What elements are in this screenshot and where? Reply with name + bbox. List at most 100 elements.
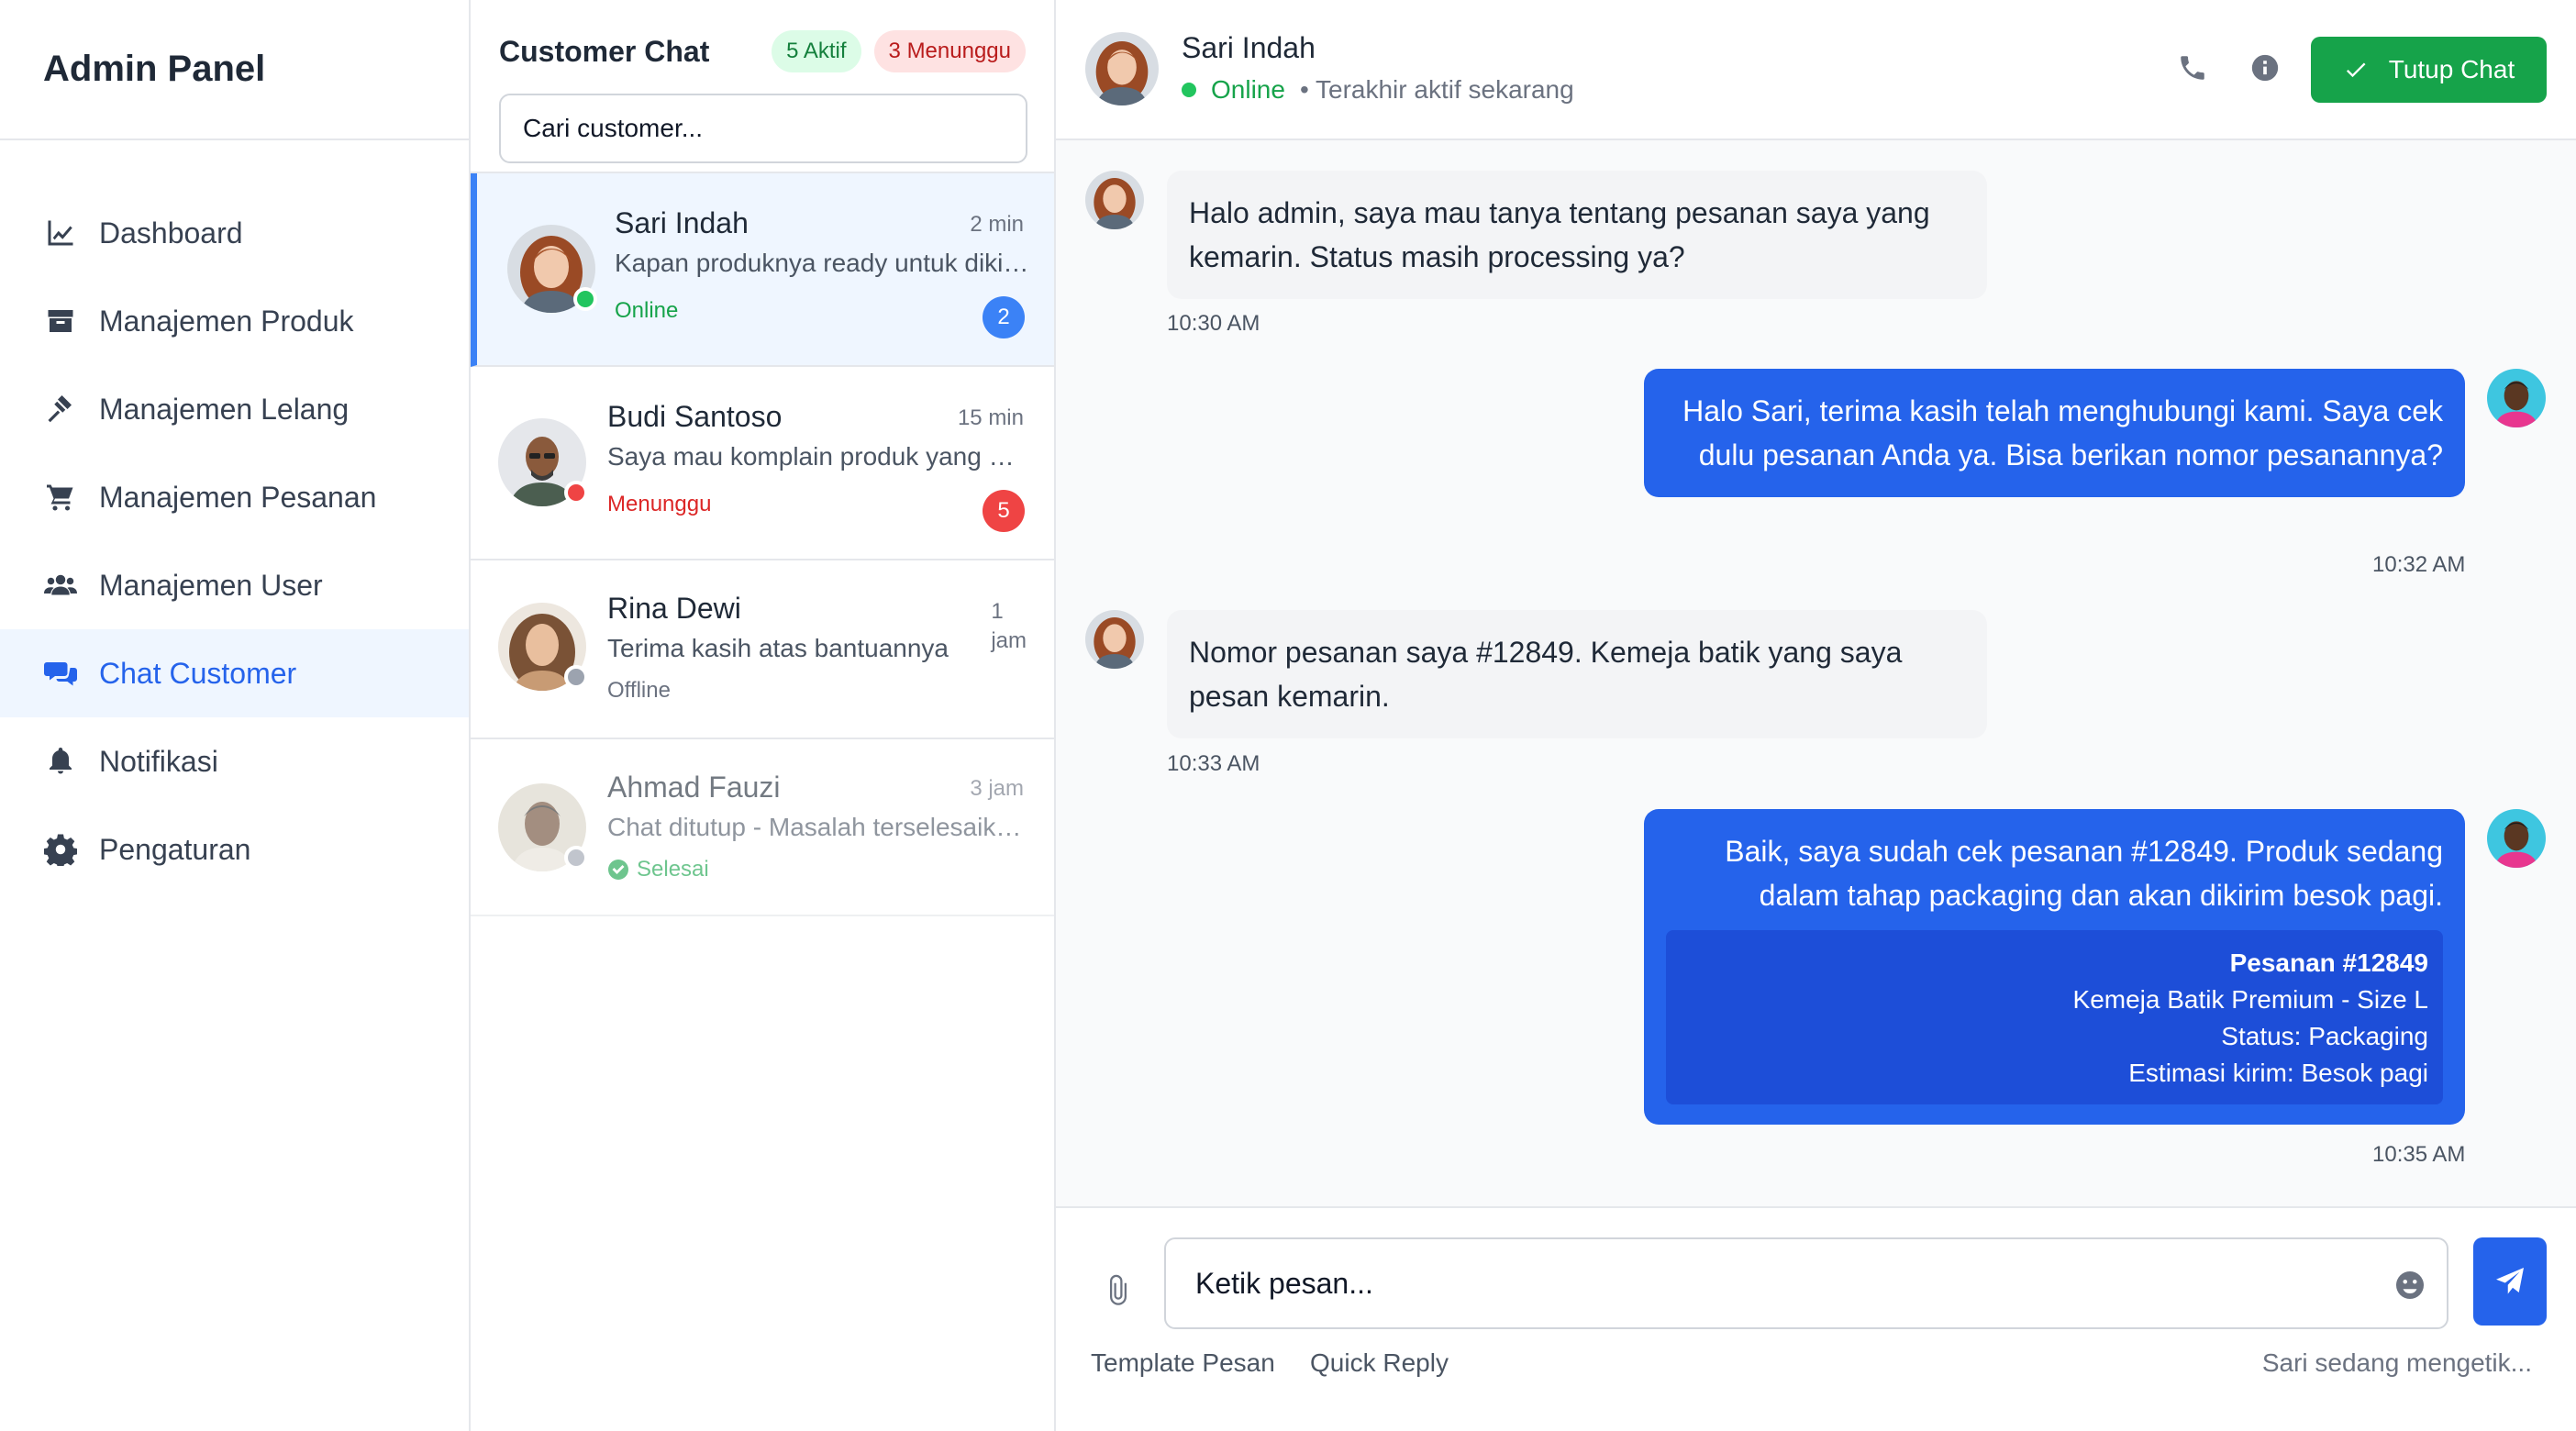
conversation-list: Customer Chat 5 Aktif 3 Menunggu Sari In… — [471, 0, 1056, 1431]
send-button[interactable] — [2473, 1237, 2547, 1326]
sidebar-item-notifikasi[interactable]: Notifikasi — [0, 717, 469, 805]
status-label: Selesai — [637, 857, 709, 882]
conversation-name: Rina Dewi — [607, 592, 741, 625]
message-bubble-admin: Baik, saya sudah cek pesanan #12849. Pro… — [1644, 809, 2465, 1125]
sidebar-item-label: Notifikasi — [99, 744, 218, 778]
info-icon — [2251, 54, 2279, 82]
call-button[interactable] — [2172, 48, 2213, 88]
chat-header: Sari Indah Online • Terakhir aktif sekar… — [1056, 0, 2576, 140]
order-eta: Estimasi kirim: Besok pagi — [2128, 1059, 2428, 1087]
conversation-item-budi-santoso[interactable]: Budi Santoso 15 min Saya mau komplain pr… — [471, 367, 1054, 560]
message-bubble-customer: Halo admin, saya mau tanya tentang pesan… — [1167, 171, 1987, 299]
conversation-preview: Saya mau komplain produk yang rusak — [607, 442, 1022, 471]
waiting-indicator — [564, 481, 588, 505]
online-indicator — [1182, 83, 1196, 97]
order-info-card: Pesanan #12849 Kemeja Batik Premium - Si… — [1666, 930, 2443, 1104]
emoji-button[interactable] — [2393, 1269, 2426, 1302]
paper-plane-icon — [2496, 1268, 2524, 1294]
conversation-list-header: Customer Chat 5 Aktif 3 Menunggu — [471, 0, 1054, 173]
sidebar-item-label: Manajemen Produk — [99, 304, 354, 338]
sidebar-item-chat-customer[interactable]: Chat Customer — [0, 629, 469, 717]
message-text: kemarin. Status masih processing ya? — [1189, 240, 1685, 273]
quick-reply-link[interactable]: Quick Reply — [1310, 1348, 1449, 1378]
chat-panel: Sari Indah Online • Terakhir aktif sekar… — [1056, 0, 2576, 1431]
paperclip-icon — [1110, 1274, 1127, 1305]
conversation-preview: Terima kasih atas bantuannya — [607, 634, 949, 662]
message-text: pesan kemarin. — [1189, 680, 1390, 713]
close-chat-button[interactable]: Tutup Chat — [2311, 37, 2547, 103]
message-time: 10:30 AM — [1167, 311, 1260, 336]
sidebar-item-pengaturan[interactable]: Pengaturan — [0, 805, 469, 893]
sidebar-item-label: Dashboard — [99, 216, 243, 250]
app-title: Admin Panel — [43, 49, 266, 89]
last-seen-text: • Terakhir aktif sekarang — [1299, 75, 1574, 104]
avatar — [2487, 369, 2546, 427]
conversation-time: 2 min — [970, 212, 1024, 237]
template-message-link[interactable]: Template Pesan — [1091, 1348, 1275, 1378]
chat-contact-status: Online • Terakhir aktif sekarang — [1182, 75, 1574, 105]
search-customer-input[interactable] — [499, 94, 1027, 163]
message-text: dalam tahap packaging dan akan dikirim b… — [1759, 879, 2443, 912]
conversation-item-ahmad-fauzi[interactable]: Ahmad Fauzi 3 jam Chat ditutup - Masalah… — [471, 739, 1054, 916]
conversation-status: Menunggu — [607, 492, 712, 516]
active-count-badge: 5 Aktif — [772, 30, 861, 72]
close-chat-label: Tutup Chat — [2388, 55, 2515, 83]
sidebar-item-label: Pengaturan — [99, 832, 251, 866]
attach-button[interactable] — [1093, 1265, 1144, 1316]
offline-indicator — [564, 846, 588, 870]
users-icon — [42, 567, 79, 604]
conversation-status: Offline — [607, 678, 671, 703]
sidebar: Admin Panel Dashboard Manajemen Produk M… — [0, 0, 471, 1431]
waiting-count-badge: 3 Menunggu — [873, 30, 1026, 72]
info-button[interactable] — [2245, 48, 2285, 88]
smile-icon — [2396, 1271, 2424, 1299]
offline-indicator — [564, 665, 588, 689]
message-input[interactable] — [1164, 1237, 2448, 1329]
online-indicator — [573, 287, 597, 311]
message-time: 10:33 AM — [1167, 751, 1260, 776]
sidebar-item-label: Manajemen Lelang — [99, 392, 350, 426]
conversation-status: Selesai — [607, 857, 709, 882]
conversation-time-unit: jam — [991, 628, 1027, 653]
check-icon — [2346, 62, 2366, 78]
conversation-item-sari-indah[interactable]: Sari Indah 2 min Kapan produknya ready u… — [471, 173, 1054, 367]
sidebar-item-lelang[interactable]: Manajemen Lelang — [0, 365, 469, 453]
conversation-time-value: 1 — [991, 599, 1004, 624]
conversation-time: 3 jam — [970, 776, 1024, 801]
unread-badge: 2 — [983, 296, 1025, 338]
conversation-time: 1 jam — [991, 597, 1027, 656]
conversation-item-rina-dewi[interactable]: Rina Dewi 1 jam Terima kasih atas bantua… — [471, 560, 1054, 739]
sidebar-item-produk[interactable]: Manajemen Produk — [0, 277, 469, 365]
message-composer: Template Pesan Quick Reply Sari sedang m… — [1056, 1206, 2576, 1431]
check-circle-icon — [608, 860, 628, 880]
conversation-status: Online — [615, 298, 679, 323]
sidebar-item-label: Chat Customer — [99, 656, 297, 690]
sidebar-item-user[interactable]: Manajemen User — [0, 541, 469, 629]
message-text: Baik, saya sudah cek pesanan #12849. Pro… — [1725, 835, 2443, 868]
sidebar-nav: Dashboard Manajemen Produk Manajemen Lel… — [0, 140, 469, 893]
conversation-name: Sari Indah — [615, 206, 749, 239]
cart-icon — [42, 479, 79, 516]
avatar — [2487, 809, 2546, 868]
comments-icon — [42, 655, 79, 692]
sidebar-item-label: Manajemen Pesanan — [99, 480, 377, 514]
phone-icon — [2181, 56, 2204, 80]
avatar — [1085, 32, 1159, 105]
message-text: dulu pesanan Anda ya. Bisa berikan nomor… — [1698, 438, 2443, 471]
sidebar-item-pesanan[interactable]: Manajemen Pesanan — [0, 453, 469, 541]
unread-badge: 5 — [983, 490, 1025, 532]
avatar — [1085, 171, 1144, 229]
conversation-preview: Kapan produknya ready untuk dikirim? — [615, 249, 1029, 277]
message-time: 10:35 AM — [2372, 1142, 2466, 1167]
chart-line-icon — [42, 215, 79, 251]
conversation-preview: Chat ditutup - Masalah terselesaikan — [607, 813, 1022, 841]
conversation-name: Budi Santoso — [607, 400, 783, 433]
avatar — [1085, 610, 1144, 669]
gavel-icon — [42, 391, 79, 427]
order-title: Pesanan #12849 — [2229, 948, 2428, 977]
sidebar-item-dashboard[interactable]: Dashboard — [0, 189, 469, 277]
box-icon — [42, 303, 79, 339]
typing-indicator: Sari sedang mengetik... — [2261, 1348, 2532, 1377]
brand: Admin Panel — [0, 0, 469, 140]
list-title: Customer Chat — [499, 34, 710, 68]
